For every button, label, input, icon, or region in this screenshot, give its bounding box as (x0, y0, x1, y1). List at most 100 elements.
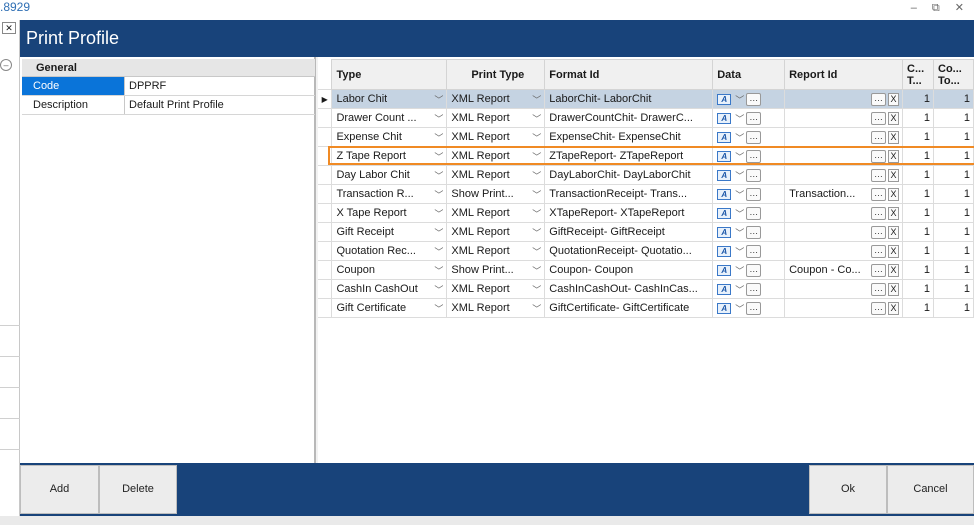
type-cell[interactable]: Z Tape Report ﹀ (331, 146, 448, 166)
clear-icon[interactable]: X (888, 168, 900, 182)
print-type-cell[interactable]: Show Print... ﹀ (446, 184, 546, 204)
code-field[interactable]: DPPRF (125, 77, 315, 95)
ellipsis-button[interactable]: … (746, 301, 762, 315)
chevron-down-icon[interactable]: ﹀ (735, 169, 744, 182)
print-type-cell[interactable]: XML Report ﹀ (446, 241, 546, 261)
copies-total-cell[interactable]: 1 (933, 165, 974, 185)
chevron-down-icon[interactable]: ﹀ (532, 264, 541, 277)
type-cell[interactable]: Day Labor Chit ﹀ (331, 165, 448, 185)
ellipsis-button[interactable]: … (746, 225, 762, 239)
ellipsis-button[interactable]: … (871, 263, 887, 277)
report-id-cell[interactable]: … X (784, 165, 904, 185)
table-row[interactable]: Z Tape Report ﹀ XML Report ﹀ ZTapeReport- ZT… (318, 146, 974, 166)
data-cell[interactable]: A ﹀… (712, 241, 786, 261)
data-cell[interactable]: A ﹀… (712, 203, 786, 223)
copies-total-cell[interactable]: 1 (933, 279, 974, 299)
property-row-code[interactable]: Code DPPRF (22, 77, 315, 96)
text-data-icon[interactable]: A (717, 150, 732, 162)
ellipsis-button[interactable]: … (871, 282, 887, 296)
type-cell[interactable]: X Tape Report ﹀ (331, 203, 448, 223)
table-row[interactable]: Day Labor Chit ﹀ XML Report ﹀ DayLaborChit- … (318, 165, 974, 185)
report-id-cell[interactable]: … X (784, 108, 904, 128)
type-cell[interactable]: CashIn CashOut ﹀ (331, 279, 448, 299)
ok-button[interactable]: Ok (809, 465, 887, 514)
chevron-down-icon[interactable]: ﹀ (532, 150, 541, 163)
ellipsis-button[interactable]: … (871, 244, 887, 258)
collapse-icon[interactable]: – (0, 59, 12, 71)
format-id-cell[interactable]: GiftCertificate- GiftCertificate (544, 298, 714, 318)
chevron-down-icon[interactable]: ﹀ (434, 207, 443, 220)
copies-cell[interactable]: 1 (902, 298, 934, 318)
data-cell[interactable]: A ﹀… (712, 108, 786, 128)
print-type-cell[interactable]: XML Report ﹀ (446, 127, 546, 147)
column-header-copies[interactable]: C... T... (902, 59, 934, 90)
copies-cell[interactable]: 1 (902, 222, 934, 242)
copies-cell[interactable]: 1 (902, 260, 934, 280)
ellipsis-button[interactable]: … (871, 149, 887, 163)
ellipsis-button[interactable]: … (871, 225, 887, 239)
type-cell[interactable]: Transaction R... ﹀ (331, 184, 448, 204)
ellipsis-button[interactable]: … (746, 111, 762, 125)
report-id-cell[interactable]: … X (784, 222, 904, 242)
chevron-down-icon[interactable]: ﹀ (735, 245, 744, 258)
clear-icon[interactable]: X (888, 282, 900, 296)
copies-total-cell[interactable]: 1 (933, 146, 974, 166)
copies-cell[interactable]: 1 (902, 241, 934, 261)
type-cell[interactable]: Labor Chit ﹀ (331, 89, 448, 109)
chevron-down-icon[interactable]: ﹀ (735, 226, 744, 239)
ellipsis-button[interactable]: … (746, 244, 762, 258)
copies-cell[interactable]: 1 (902, 127, 934, 147)
copies-total-cell[interactable]: 1 (933, 298, 974, 318)
clear-icon[interactable]: X (888, 244, 900, 258)
clear-icon[interactable]: X (888, 206, 900, 220)
chevron-down-icon[interactable]: ﹀ (532, 112, 541, 125)
type-cell[interactable]: Drawer Count ... ﹀ (331, 108, 448, 128)
report-id-cell[interactable]: … X (784, 146, 904, 166)
text-data-icon[interactable]: A (717, 245, 732, 257)
ellipsis-button[interactable]: … (871, 168, 887, 182)
table-row[interactable]: Transaction R... ﹀ Show Print... ﹀ Transacti… (318, 184, 974, 204)
chevron-down-icon[interactable]: ﹀ (735, 150, 744, 163)
copies-cell[interactable]: 1 (902, 108, 934, 128)
ellipsis-button[interactable]: … (746, 263, 762, 277)
format-id-cell[interactable]: GiftReceipt- GiftReceipt (544, 222, 714, 242)
chevron-down-icon[interactable]: ﹀ (434, 93, 443, 106)
print-type-cell[interactable]: XML Report ﹀ (446, 146, 546, 166)
ellipsis-button[interactable]: … (746, 92, 762, 106)
text-data-icon[interactable]: A (717, 283, 732, 295)
report-id-cell[interactable]: … X (784, 279, 904, 299)
format-id-cell[interactable]: CashInCashOut- CashInCas... (544, 279, 714, 299)
chevron-down-icon[interactable]: ﹀ (735, 112, 744, 125)
copies-total-cell[interactable]: 1 (933, 184, 974, 204)
print-type-cell[interactable]: Show Print... ﹀ (446, 260, 546, 280)
data-cell[interactable]: A ﹀… (712, 89, 786, 109)
close-icon[interactable]: ✕ (2, 22, 16, 34)
print-type-cell[interactable]: XML Report ﹀ (446, 165, 546, 185)
chevron-down-icon[interactable]: ﹀ (532, 226, 541, 239)
table-row[interactable]: CashIn CashOut ﹀ XML Report ﹀ CashInCashOut-… (318, 279, 974, 299)
data-cell[interactable]: A ﹀… (712, 279, 786, 299)
data-cell[interactable]: A ﹀… (712, 127, 786, 147)
data-cell[interactable]: A ﹀… (712, 165, 786, 185)
ellipsis-button[interactable]: … (746, 168, 762, 182)
report-id-cell[interactable]: Transaction... … X (784, 184, 904, 204)
property-row-description[interactable]: Description Default Print Profile (22, 96, 315, 115)
chevron-down-icon[interactable]: ﹀ (735, 188, 744, 201)
format-id-cell[interactable]: XTapeReport- XTapeReport (544, 203, 714, 223)
column-header-format-id[interactable]: Format Id (544, 59, 714, 90)
column-header-type[interactable]: Type (331, 59, 448, 90)
text-data-icon[interactable]: A (717, 188, 732, 200)
chevron-down-icon[interactable]: ﹀ (434, 226, 443, 239)
format-id-cell[interactable]: ExpenseChit- ExpenseChit (544, 127, 714, 147)
ellipsis-button[interactable]: … (871, 301, 887, 315)
format-id-cell[interactable]: DrawerCountChit- DrawerC... (544, 108, 714, 128)
clear-icon[interactable]: X (888, 225, 900, 239)
copies-cell[interactable]: 1 (902, 184, 934, 204)
text-data-icon[interactable]: A (717, 131, 732, 143)
format-id-cell[interactable]: LaborChit- LaborChit (544, 89, 714, 109)
column-header-data[interactable]: Data (712, 59, 786, 90)
data-cell[interactable]: A ﹀… (712, 260, 786, 280)
description-field[interactable]: Default Print Profile (125, 96, 315, 114)
text-data-icon[interactable]: A (717, 93, 732, 105)
data-cell[interactable]: A ﹀… (712, 146, 786, 166)
